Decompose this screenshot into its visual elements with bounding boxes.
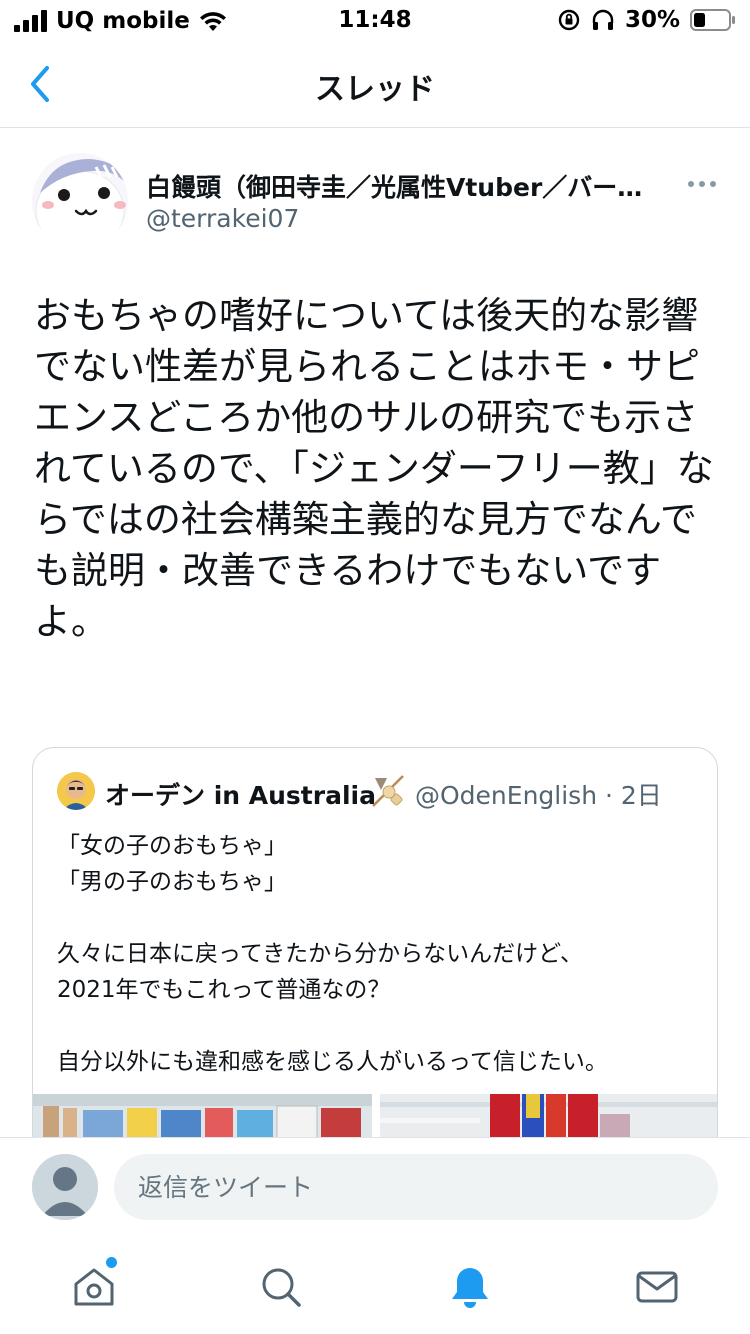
quoted-author-name: オーデン in Australia [105, 781, 376, 810]
battery-icon [690, 9, 735, 31]
quoted-author-handle: @OdenEnglish · 2日 [415, 781, 662, 810]
status-bar: UQ mobile 11:48 30% [0, 0, 750, 40]
quoted-tweet[interactable]: オーデン in Australia @OdenEnglish · 2日 「女の子… [32, 747, 718, 1187]
more-dots-icon [688, 181, 694, 187]
headphones-icon [592, 9, 614, 30]
rotation-lock-icon [558, 9, 580, 31]
oden-emoji-icon [372, 775, 404, 807]
my-avatar[interactable] [32, 1154, 98, 1220]
author-handle[interactable]: @terrakei07 [146, 204, 299, 233]
home-unread-badge [106, 1257, 117, 1268]
search-icon [262, 1268, 301, 1307]
quoted-author-avatar [57, 772, 95, 810]
tweet-text: おもちゃの嗜好については後天的な影響でない性差が見られることはホモ・サピエンスど… [34, 294, 714, 643]
tab-notifications[interactable] [440, 1259, 500, 1315]
home-icon [74, 1268, 114, 1306]
tab-bar [0, 1237, 750, 1334]
messages-icon [636, 1271, 678, 1303]
battery-percent: 30% [624, 7, 680, 33]
reply-input[interactable] [114, 1154, 718, 1220]
tab-search[interactable] [251, 1259, 311, 1315]
tab-home[interactable] [64, 1259, 124, 1315]
author-avatar[interactable] [32, 153, 128, 249]
navigation-bar: スレッド [0, 40, 750, 128]
more-options-button[interactable] [682, 170, 722, 198]
reply-composer [0, 1137, 750, 1237]
page-title: スレッド [315, 72, 435, 107]
quoted-tweet-text: 「女の子のおもちゃ」 「男の子のおもちゃ」 久々に日本に戻ってきたから分からない… [57, 833, 608, 1075]
tab-messages[interactable] [627, 1259, 687, 1315]
notifications-icon [452, 1268, 488, 1308]
author-name[interactable]: 白饅頭（御田寺圭／光属性Vtuber／バー… [146, 168, 666, 204]
